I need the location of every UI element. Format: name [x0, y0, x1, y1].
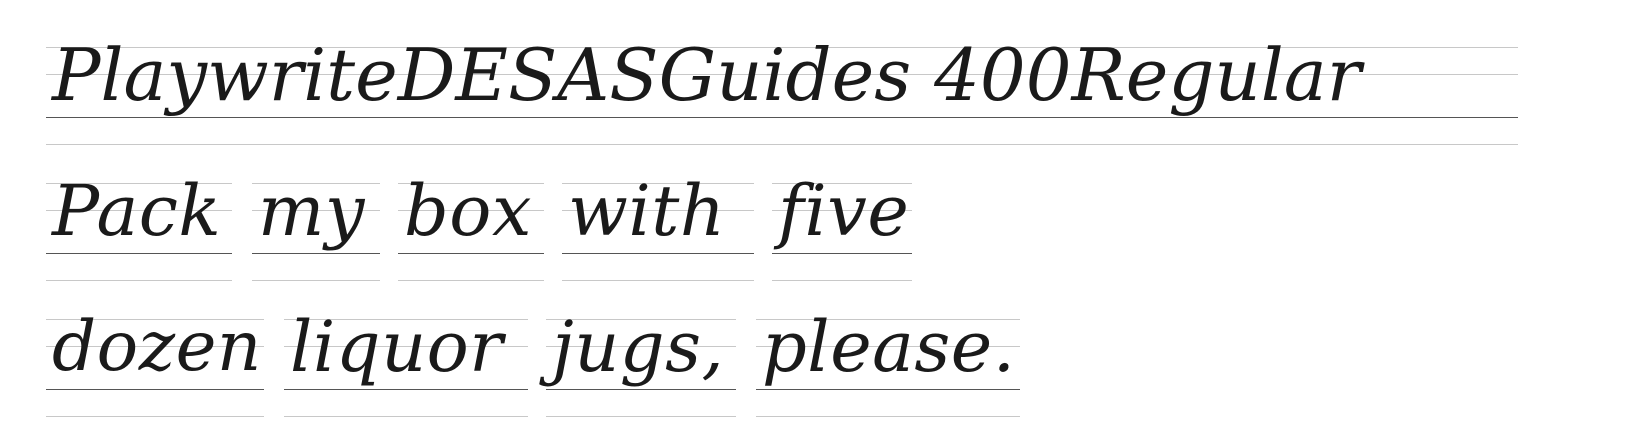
specimen-word: my	[252, 156, 380, 281]
specimen-word: with	[562, 156, 754, 281]
word-text: jugs,	[552, 306, 725, 388]
word-text: five	[778, 170, 910, 252]
word-text: Pack	[52, 170, 222, 252]
guide-descender-line	[756, 416, 1020, 417]
specimen-line-2: Pack my box with five	[0, 156, 1644, 281]
specimen-word: Pack	[46, 156, 232, 281]
guide-descender-line	[46, 144, 1518, 145]
guide-descender-line	[46, 416, 264, 417]
word-text: please.	[762, 306, 1016, 388]
specimen-word: liquor	[284, 292, 528, 417]
specimen-line-1: PlaywriteDESASGuides 400Regular	[0, 20, 1644, 145]
font-specimen-canvas: PlaywriteDESASGuides 400Regular Pack my …	[0, 0, 1644, 441]
word-text: liquor	[290, 306, 504, 388]
guide-descender-line	[284, 416, 528, 417]
font-name-text: PlaywriteDESASGuides 400Regular	[52, 33, 1362, 117]
guide-descender-line	[46, 280, 232, 281]
specimen-word: box	[398, 156, 544, 281]
word-text: dozen	[52, 307, 262, 387]
specimen-word: please.	[756, 292, 1020, 417]
word-text: box	[404, 170, 532, 252]
guide-descender-line	[398, 280, 544, 281]
specimen-word: jugs,	[546, 292, 736, 417]
specimen-word: PlaywriteDESASGuides 400Regular	[46, 20, 1518, 145]
guide-descender-line	[562, 280, 754, 281]
specimen-line-3: dozen liquor jugs, please.	[0, 292, 1644, 417]
word-text: my	[258, 170, 365, 252]
word-text: with	[568, 170, 726, 252]
guide-descender-line	[772, 280, 912, 281]
guide-descender-line	[252, 280, 380, 281]
specimen-word: five	[772, 156, 912, 281]
guide-descender-line	[546, 416, 736, 417]
specimen-word: dozen	[46, 292, 264, 417]
